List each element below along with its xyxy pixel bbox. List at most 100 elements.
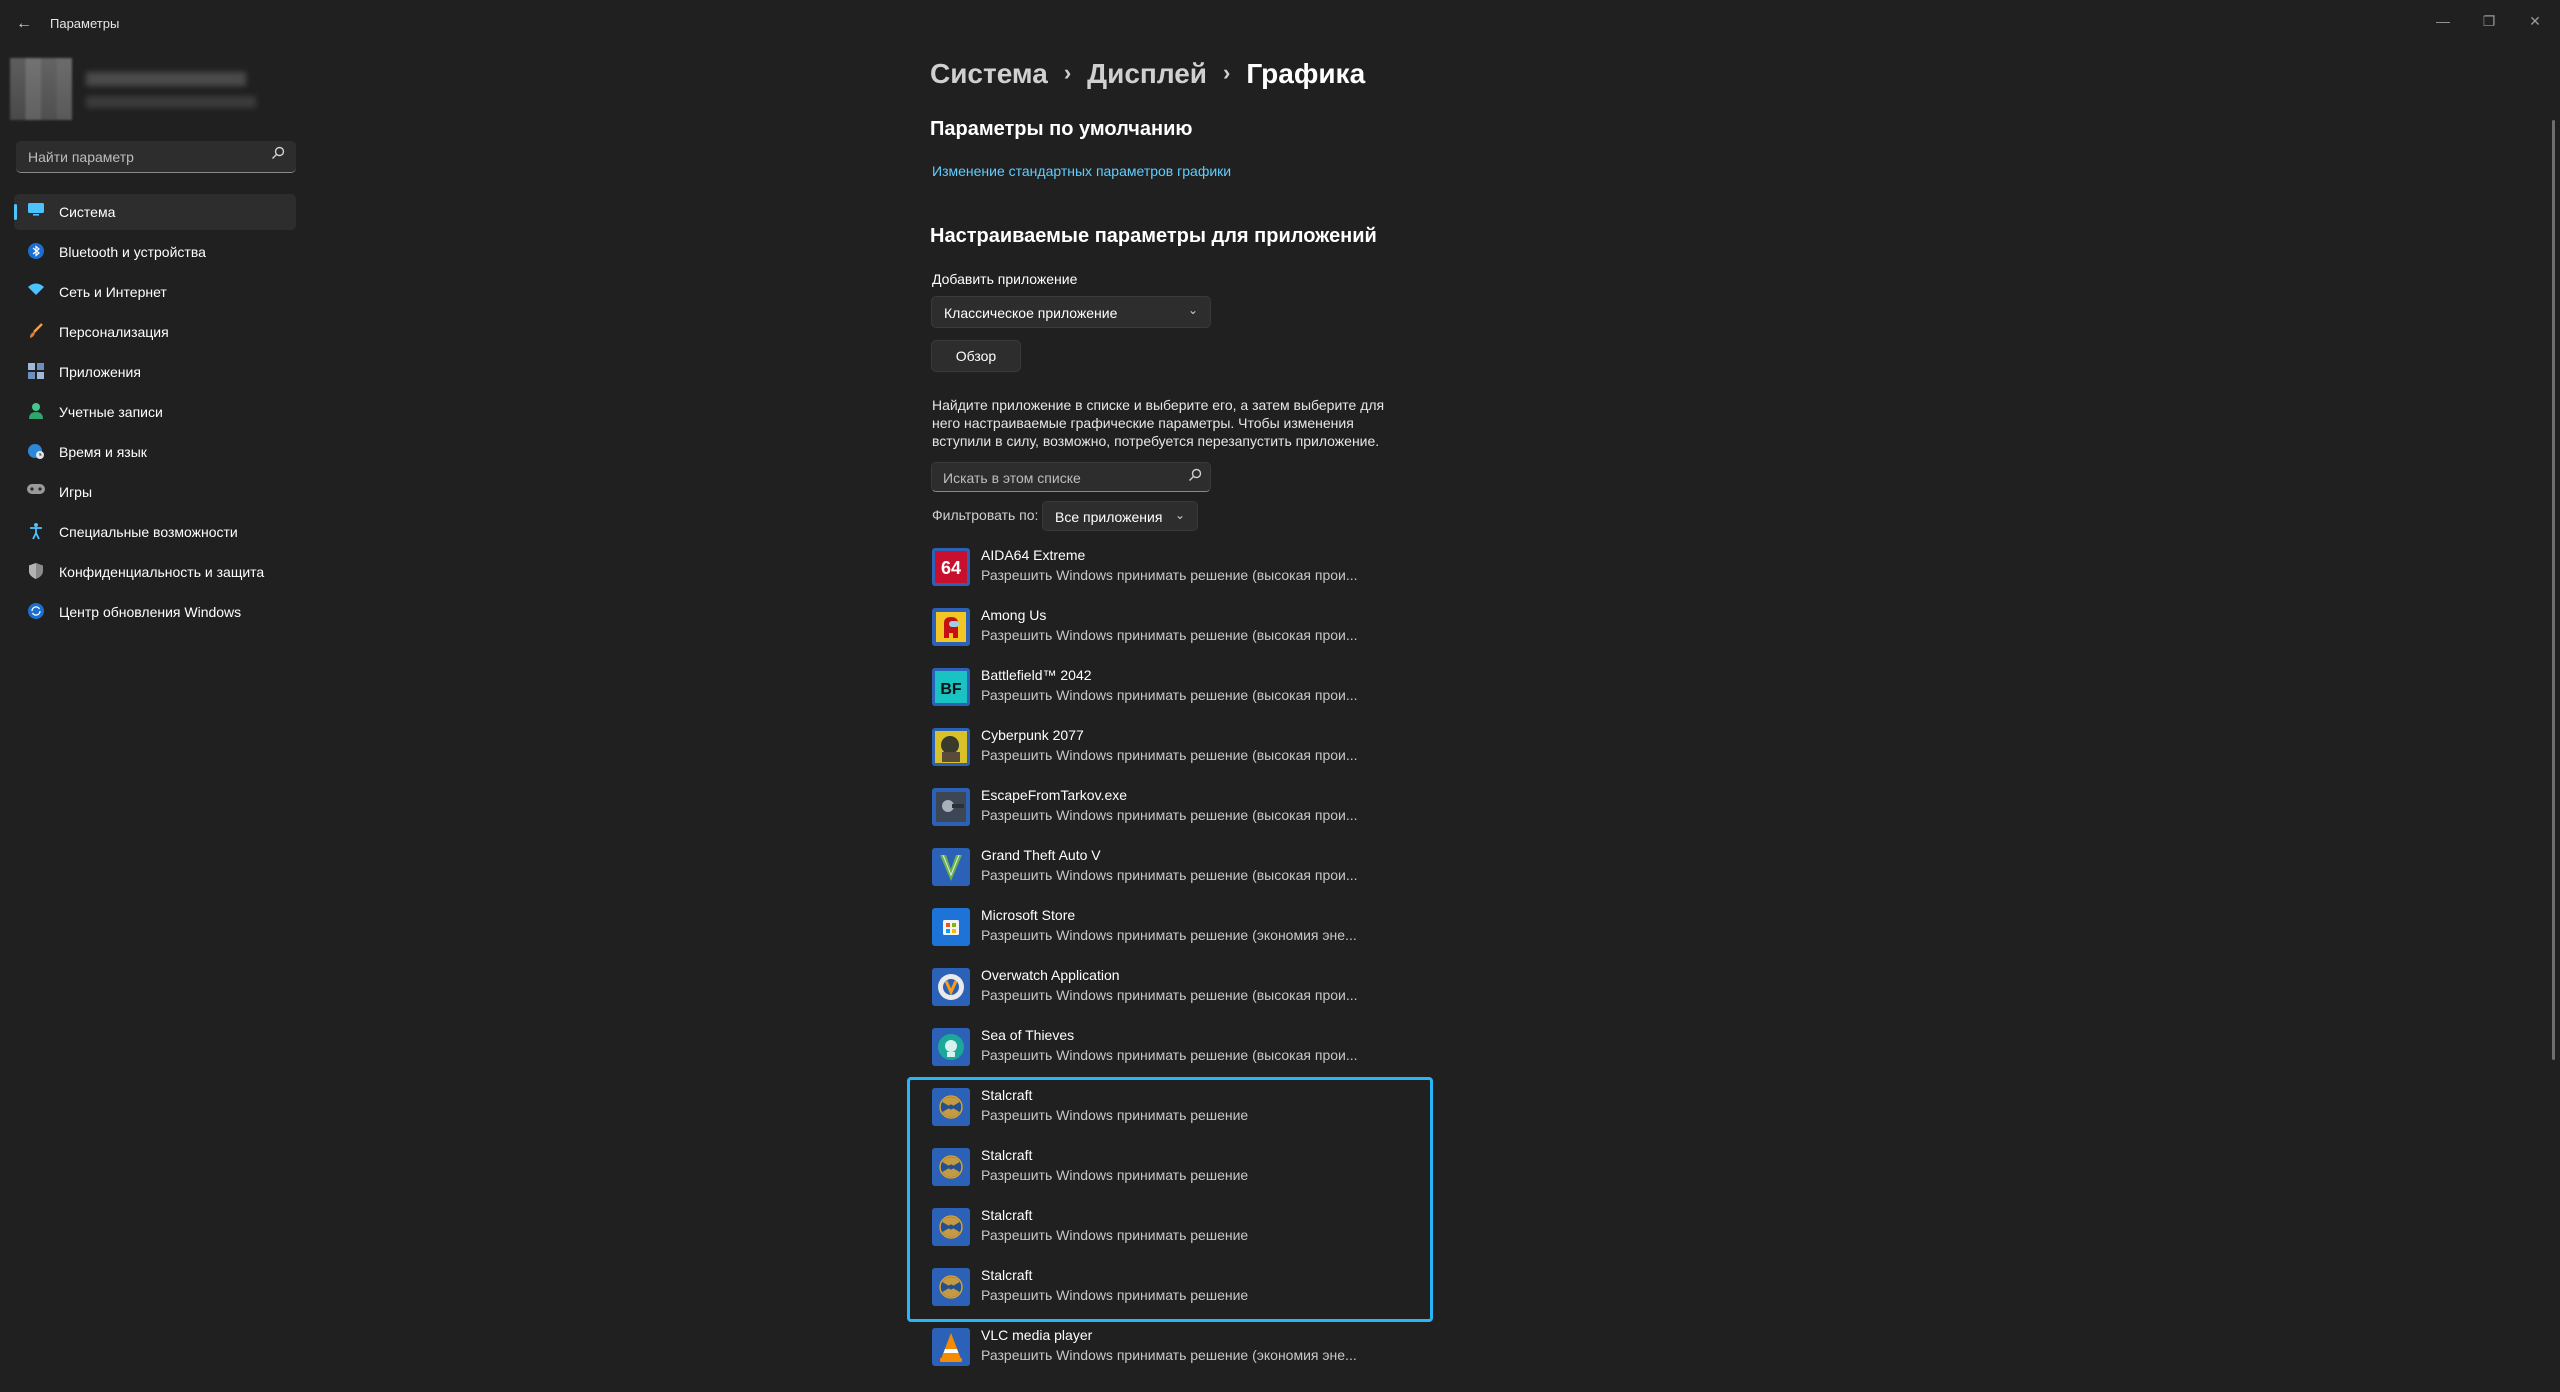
sidebar-item-11[interactable]: Центр обновления Windows xyxy=(14,594,296,630)
sidebar-item-7[interactable]: Время и язык xyxy=(14,434,296,470)
sidebar-item-9[interactable]: Специальные возможности xyxy=(14,514,296,550)
app-list-item[interactable]: VLC media player Разрешить Windows приним… xyxy=(930,1322,1430,1382)
store-icon xyxy=(932,908,970,946)
sidebar-item-label: Специальные возможности xyxy=(59,524,238,540)
app-list-item[interactable]: Sea of Thieves Разрешить Windows принимат… xyxy=(930,1022,1430,1082)
vlc-icon xyxy=(932,1328,970,1366)
app-name: Microsoft Store xyxy=(981,907,1076,923)
app-list-item[interactable]: Stalcraft Разрешить Windows принимать реш… xyxy=(930,1082,1430,1142)
app-list-item[interactable]: Among Us Разрешить Windows принимать реше… xyxy=(930,602,1430,662)
search-icon[interactable] xyxy=(1188,468,1202,485)
list-search-placeholder: Искать в этом списке xyxy=(943,470,1081,486)
list-search-input[interactable]: Искать в этом списке xyxy=(931,462,1211,492)
app-list-item[interactable]: 64 AIDA64 Extreme Разрешить Windows приним… xyxy=(930,542,1430,602)
minimize-icon[interactable]: — xyxy=(2420,6,2466,36)
app-list-item[interactable]: Stalcraft Разрешить Windows принимать реш… xyxy=(930,1202,1430,1262)
app-list-item[interactable]: BF Battlefield™ 2042 Разрешить Windows при… xyxy=(930,662,1430,722)
app-list: 64 AIDA64 Extreme Разрешить Windows приним… xyxy=(930,542,1430,1382)
wifi-icon xyxy=(26,282,46,302)
chevron-down-icon: ⌄ xyxy=(1174,508,1185,522)
breadcrumb-separator: › xyxy=(1223,60,1231,85)
app-list-item[interactable]: Microsoft Store Разрешить Windows принима… xyxy=(930,902,1430,962)
person-icon xyxy=(26,402,46,422)
app-graphics-setting: Разрешить Windows принимать решение xyxy=(981,1107,1249,1123)
stalcraft-icon xyxy=(932,1088,970,1126)
app-list-item[interactable]: Grand Theft Auto V Разрешить Windows прин… xyxy=(930,842,1430,902)
app-graphics-setting: Разрешить Windows принимать решение (выс… xyxy=(981,747,1358,763)
cyberpunk-icon xyxy=(932,728,970,766)
app-name: Overwatch Application xyxy=(981,967,1120,983)
app-type-value: Классическое приложение xyxy=(944,305,1118,321)
chevron-down-icon: ⌄ xyxy=(1187,303,1198,317)
update-icon xyxy=(26,602,46,622)
overwatch-icon xyxy=(932,968,970,1006)
stalcraft-icon xyxy=(932,1148,970,1186)
sidebar-item-label: Конфиденциальность и защита xyxy=(59,564,265,580)
breadcrumb-display[interactable]: Дисплей xyxy=(1087,58,1207,89)
page-title: Графика xyxy=(1246,58,1366,89)
accessibility-icon xyxy=(26,522,46,542)
sidebar-item-3[interactable]: Сеть и Интернет xyxy=(14,274,296,310)
instructions-text: Найдите приложение в списке и выберите е… xyxy=(932,397,1385,449)
restore-icon[interactable]: ❐ xyxy=(2466,6,2512,36)
search-icon[interactable] xyxy=(268,146,288,166)
app-graphics-setting: Разрешить Windows принимать решение xyxy=(981,1167,1249,1183)
sidebar-item-2[interactable]: Bluetooth и устройства xyxy=(14,234,296,270)
close-icon[interactable]: ✕ xyxy=(2512,6,2558,36)
svg-text:64: 64 xyxy=(941,558,961,578)
sidebar-item-8[interactable]: Игры xyxy=(14,474,296,510)
stalcraft-icon xyxy=(932,1208,970,1246)
app-name: Sea of Thieves xyxy=(981,1027,1075,1043)
stalcraft-icon xyxy=(932,1268,970,1306)
app-list-item[interactable]: Stalcraft Разрешить Windows принимать реш… xyxy=(930,1142,1430,1202)
app-list-item[interactable]: Stalcraft Разрешить Windows принимать реш… xyxy=(930,1262,1430,1322)
sidebar-item-4[interactable]: Персонализация xyxy=(14,314,296,350)
settings-window: ← Параметры — ❐ ✕ Найти параметр Система… xyxy=(0,0,2560,1392)
app-name: Cyberpunk 2077 xyxy=(981,727,1084,743)
sea-of-thieves-icon xyxy=(932,1028,970,1066)
globe-clock-icon xyxy=(26,442,46,462)
monitor-icon xyxy=(26,202,46,222)
sidebar-item-label: Персонализация xyxy=(59,324,169,340)
sidebar-item-label: Центр обновления Windows xyxy=(59,604,242,620)
filter-dropdown[interactable]: Все приложения ⌄ xyxy=(1042,501,1198,531)
user-profile[interactable] xyxy=(10,58,260,120)
search-placeholder: Найти параметр xyxy=(28,149,134,165)
app-graphics-setting: Разрешить Windows принимать решение (выс… xyxy=(981,627,1358,643)
sidebar-item-label: Система xyxy=(59,204,116,220)
scrollbar[interactable] xyxy=(2552,120,2555,1060)
back-arrow-icon[interactable]: ← xyxy=(14,14,34,34)
breadcrumb-system[interactable]: Система xyxy=(930,58,1048,89)
app-graphics-setting: Разрешить Windows принимать решение (выс… xyxy=(981,567,1358,583)
app-list-item[interactable]: EscapeFromTarkov.exe Разрешить Windows пр… xyxy=(930,782,1430,842)
breadcrumb: Система › Дисплей › Графика xyxy=(930,58,1365,98)
sidebar-item-label: Bluetooth и устройства xyxy=(59,244,206,260)
defaults-heading: Параметры по умолчанию xyxy=(930,118,1193,140)
sidebar-item-1[interactable]: Система xyxy=(14,194,296,230)
brush-icon xyxy=(26,322,46,342)
sidebar-item-label: Приложения xyxy=(59,364,141,380)
active-indicator xyxy=(14,204,17,220)
app-type-dropdown[interactable]: Классическое приложение ⌄ xyxy=(931,296,1211,328)
gamepad-icon xyxy=(26,482,46,502)
app-list-item[interactable]: Overwatch Application Разрешить Windows п… xyxy=(930,962,1430,1022)
title-bar: ← Параметры — ❐ ✕ xyxy=(0,0,2560,48)
app-graphics-setting: Разрешить Windows принимать решение xyxy=(981,1287,1249,1303)
sidebar-item-10[interactable]: Конфиденциальность и защита xyxy=(14,554,296,590)
sidebar-item-5[interactable]: Приложения xyxy=(14,354,296,390)
sidebar-item-label: Учетные записи xyxy=(59,404,163,420)
browse-button[interactable]: Обзор xyxy=(931,340,1021,372)
app-name: AIDA64 Extreme xyxy=(981,547,1086,563)
app-name: Stalcraft xyxy=(981,1087,1033,1103)
change-default-graphics-link[interactable]: Изменение стандартных параметров графики xyxy=(932,163,1231,179)
svg-text:BF: BF xyxy=(940,681,962,698)
app-name: VLC media player xyxy=(981,1327,1093,1343)
app-list-item[interactable]: Cyberpunk 2077 Разрешить Windows принимат… xyxy=(930,722,1430,782)
sidebar-item-6[interactable]: Учетные записи xyxy=(14,394,296,430)
aida64-icon: 64 xyxy=(932,548,970,586)
sidebar: Найти параметр Система Bluetooth и устрой… xyxy=(0,48,310,1392)
app-graphics-setting: Разрешить Windows принимать решение (выс… xyxy=(981,987,1358,1003)
settings-search-input[interactable]: Найти параметр xyxy=(16,141,296,173)
among-us-icon xyxy=(932,608,970,646)
window-title: Параметры xyxy=(50,16,120,31)
